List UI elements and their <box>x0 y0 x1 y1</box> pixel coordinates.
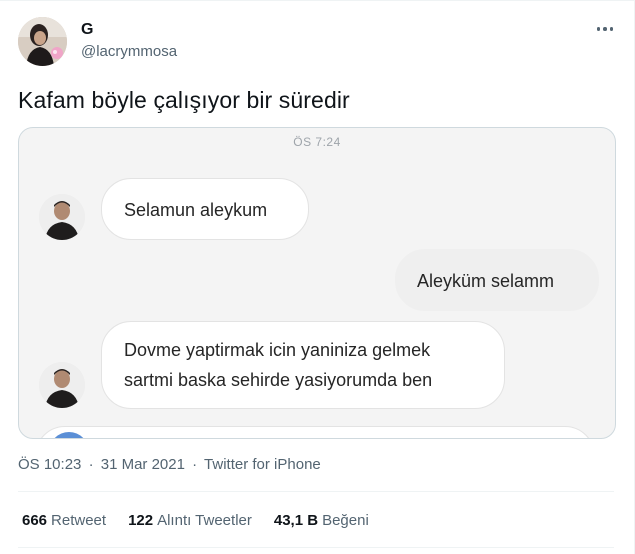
tweet-meta: ÖS 10:23 · 31 Mar 2021 · Twitter for iPh… <box>18 456 321 473</box>
tweet-time[interactable]: ÖS 10:23 <box>18 456 81 473</box>
message-bubble-partial <box>35 426 595 438</box>
retweets-label: Retweet <box>51 512 107 529</box>
message-bubble-incoming: Dovme yaptirmak icin yaniniza gelmek sar… <box>101 321 505 409</box>
tweet-stats: 666 Retweet 122 Alıntı Tweetler 43,1 B Beğe… <box>22 512 369 529</box>
chat-contact-avatar <box>39 362 85 408</box>
dot <box>603 27 607 31</box>
quotes-label: Alıntı Tweetler <box>157 512 252 529</box>
quotes-stat[interactable]: 122 Alıntı Tweetler <box>128 512 252 529</box>
author-avatar[interactable] <box>18 17 67 66</box>
divider <box>18 547 614 548</box>
chat-contact-avatar <box>39 194 85 240</box>
separator: · <box>192 456 198 473</box>
tweet-date[interactable]: 31 Mar 2021 <box>101 456 185 473</box>
tweet-source[interactable]: Twitter for iPhone <box>204 456 321 473</box>
more-horizontal-icon[interactable] <box>592 19 618 39</box>
author-handle[interactable]: @lacrymmosa <box>81 43 177 60</box>
contact-photo-icon <box>39 194 85 240</box>
message-text: Selamun aleykum <box>124 200 268 220</box>
chat-timestamp: ÖS 7:24 <box>293 135 341 149</box>
dot <box>609 27 614 31</box>
dot <box>596 27 601 31</box>
tweet-text: Kafam böyle çalışıyor bir süredir <box>18 87 350 113</box>
author-photo-icon <box>18 17 67 66</box>
contact-photo-icon <box>39 362 85 408</box>
divider <box>18 491 614 492</box>
message-bubble-incoming: Selamun aleykum <box>101 178 309 240</box>
likes-label: Beğeni <box>322 512 369 529</box>
message-bubble-outgoing: Aleyküm selamm <box>395 249 599 311</box>
quotes-count: 122 <box>128 512 154 529</box>
likes-stat[interactable]: 43,1 B Beğeni <box>274 512 369 529</box>
tweet-card: G @lacrymmosa Kafam böyle çalışıyor bir … <box>0 0 635 554</box>
message-text: Aleyküm selamm <box>417 271 555 291</box>
author-display-name[interactable]: G <box>81 21 93 39</box>
message-text: Dovme yaptirmak icin yaniniza gelmek sar… <box>124 340 433 390</box>
retweets-count: 666 <box>22 512 48 529</box>
retweets-stat[interactable]: 666 Retweet <box>22 512 106 529</box>
likes-count: 43,1 B <box>273 512 319 529</box>
tweet-media-image[interactable]: ÖS 7:24 Selamun aleykum Aleyküm selamm D… <box>18 127 616 439</box>
separator: · <box>88 456 94 473</box>
